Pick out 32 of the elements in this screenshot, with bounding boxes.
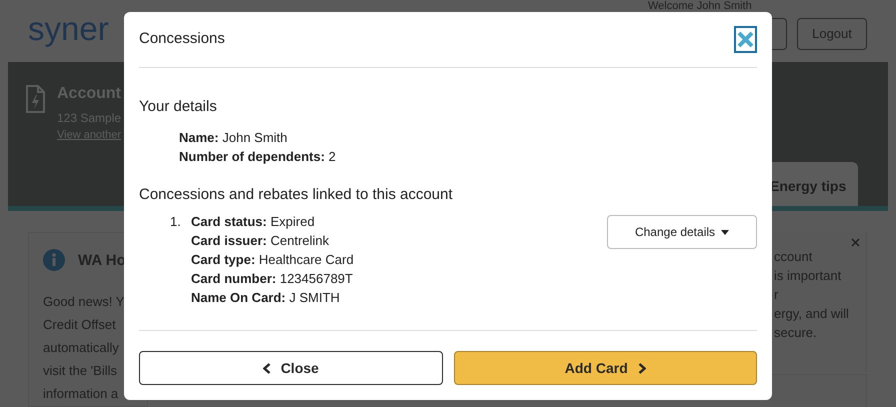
- logo: syner: [28, 10, 109, 48]
- welcome-text: Welcome John Smith: [648, 0, 752, 12]
- security-text: r: [774, 286, 778, 304]
- chevron-right-icon: [638, 362, 646, 374]
- document-icon: [25, 85, 45, 113]
- section-heading: Concessions and rebates linked to this account: [139, 184, 454, 204]
- security-text: secure.: [774, 324, 817, 342]
- detail-text: Number of dependents: 2: [179, 148, 337, 166]
- card-detail: Card type: Healthcare Card: [191, 251, 355, 269]
- dialog-title: Concessions: [139, 29, 225, 50]
- security-text: ergy, and will: [774, 305, 849, 323]
- notice-text: information a: [43, 385, 118, 403]
- notice-text: Good news! Y: [43, 293, 124, 311]
- change-details-button[interactable]: Change details: [607, 215, 757, 249]
- card-detail: Card status: Expired: [191, 213, 316, 231]
- security-text: ccount: [774, 248, 812, 266]
- caret-icon: [721, 230, 730, 234]
- close-button[interactable]: [734, 26, 757, 53]
- card-detail: Name On Card: J SMITH: [191, 289, 341, 307]
- add-card-button[interactable]: Add Card: [454, 351, 757, 385]
- section-heading: Your details: [139, 97, 218, 117]
- notice-text: automatically: [43, 339, 119, 357]
- close-dialog-button[interactable]: Close: [139, 351, 442, 385]
- notice-text: Credit Offset: [43, 316, 116, 334]
- detail-text: Name: John Smith: [179, 128, 288, 146]
- card-detail: Card issuer: Centrelink: [191, 232, 330, 250]
- info-icon: [43, 249, 65, 271]
- security-text: is important: [774, 267, 842, 285]
- card-detail: Card number: 123456789T: [191, 270, 354, 288]
- list-number: 1.: [169, 213, 182, 231]
- chevron-left-icon: [262, 362, 271, 374]
- notice-text: visit the 'Bills: [43, 362, 118, 380]
